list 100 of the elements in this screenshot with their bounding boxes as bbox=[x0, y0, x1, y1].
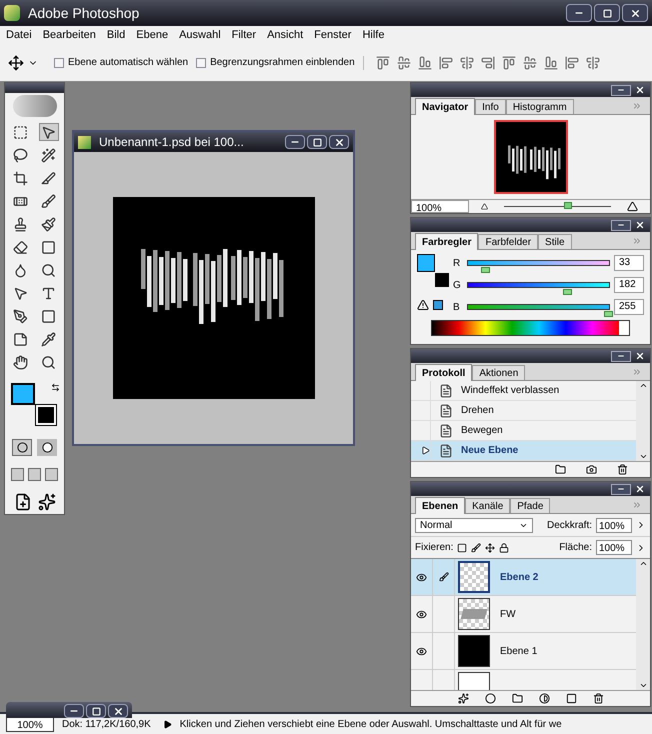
maximize-button[interactable] bbox=[86, 704, 106, 718]
panel-tab[interactable]: Protokoll bbox=[415, 364, 472, 381]
trash-icon[interactable] bbox=[592, 693, 604, 704]
close-button[interactable] bbox=[108, 704, 128, 718]
layer-row[interactable]: Ebene 2 bbox=[411, 559, 636, 596]
background-color-swatch[interactable] bbox=[435, 273, 449, 287]
panel-tab[interactable]: Ebenen bbox=[415, 497, 466, 514]
foreground-color-swatch[interactable] bbox=[10, 383, 34, 405]
minimize-button[interactable] bbox=[611, 84, 631, 96]
layer-mask-icon[interactable] bbox=[484, 693, 496, 704]
layer-style-icon[interactable] bbox=[458, 693, 468, 704]
minimize-button[interactable] bbox=[611, 220, 631, 230]
lock-paint-icon[interactable] bbox=[471, 542, 482, 552]
channel-value-field[interactable]: 33 bbox=[614, 255, 644, 271]
menu-item[interactable]: Auswahl bbox=[179, 26, 221, 44]
scroll-up-icon[interactable] bbox=[638, 381, 648, 390]
eye-icon[interactable] bbox=[416, 608, 427, 620]
lock-transparency-icon[interactable] bbox=[457, 542, 468, 552]
history-item[interactable]: Windeffekt verblassen bbox=[411, 381, 636, 401]
align-icon[interactable] bbox=[544, 56, 558, 70]
scroll-down-icon[interactable] bbox=[638, 681, 648, 690]
align-icon[interactable] bbox=[564, 56, 579, 70]
tool-button[interactable] bbox=[10, 238, 30, 256]
align-icon[interactable] bbox=[586, 56, 600, 70]
align-icon[interactable] bbox=[438, 56, 453, 70]
history-item[interactable]: Neue Ebene bbox=[411, 441, 636, 461]
slider-thumb[interactable] bbox=[481, 267, 490, 273]
menu-item[interactable]: Fenster bbox=[314, 26, 352, 44]
quick-mask-button[interactable] bbox=[37, 439, 57, 456]
folder-icon[interactable] bbox=[512, 693, 522, 704]
close-button[interactable] bbox=[634, 220, 646, 230]
align-icon[interactable] bbox=[418, 56, 432, 70]
align-icon[interactable] bbox=[480, 56, 495, 70]
color-spectrum-bar[interactable] bbox=[431, 320, 630, 336]
foreground-color-swatch[interactable] bbox=[417, 254, 435, 272]
panel-tab[interactable]: Pfade bbox=[510, 498, 550, 513]
align-icon[interactable] bbox=[396, 56, 411, 70]
layer-row[interactable]: FW bbox=[411, 596, 636, 633]
panel-tab[interactable]: Stile bbox=[538, 234, 572, 249]
channel-value-field[interactable]: 255 bbox=[614, 299, 644, 315]
scroll-down-icon[interactable] bbox=[638, 452, 648, 461]
lock-icon[interactable] bbox=[499, 542, 510, 552]
close-button[interactable] bbox=[634, 350, 646, 362]
history-item[interactable]: Drehen bbox=[411, 401, 636, 421]
menu-item[interactable]: Filter bbox=[232, 26, 256, 44]
layer-row[interactable]: Ebene 1 bbox=[411, 633, 636, 670]
minimize-button[interactable] bbox=[611, 484, 631, 494]
panel-tab[interactable]: Histogramm bbox=[506, 99, 574, 114]
adjustment-layer-icon[interactable] bbox=[538, 693, 550, 704]
menu-item[interactable]: Datei bbox=[6, 26, 32, 44]
slider-thumb[interactable] bbox=[564, 202, 572, 209]
close-button[interactable] bbox=[622, 4, 648, 22]
menu-item[interactable]: Bild bbox=[106, 26, 126, 44]
maximize-button[interactable] bbox=[307, 135, 327, 149]
panel-tab[interactable]: Farbfelder bbox=[478, 234, 538, 249]
minimize-button[interactable] bbox=[285, 135, 305, 149]
status-menu-arrow-icon[interactable] bbox=[162, 720, 172, 728]
screen-mode-button[interactable] bbox=[28, 468, 41, 481]
tool-button[interactable] bbox=[10, 353, 30, 371]
tool-button[interactable] bbox=[10, 146, 30, 164]
eye-icon[interactable] bbox=[416, 646, 427, 656]
zoom-out-icon[interactable] bbox=[481, 203, 488, 210]
panel-tab[interactable]: Navigator bbox=[415, 98, 476, 115]
blend-mode-dropdown[interactable]: Normal bbox=[415, 518, 533, 532]
opacity-field[interactable]: 100% bbox=[596, 518, 632, 532]
tool-button[interactable] bbox=[38, 330, 58, 348]
menu-item[interactable]: Hilfe bbox=[362, 26, 384, 44]
tool-button[interactable] bbox=[10, 169, 30, 187]
menu-item[interactable]: Bearbeiten bbox=[42, 26, 96, 44]
tool-button[interactable] bbox=[38, 146, 58, 164]
panel-tab[interactable]: Kanäle bbox=[465, 498, 510, 513]
minimize-button[interactable] bbox=[611, 350, 631, 362]
scroll-up-icon[interactable] bbox=[638, 559, 648, 568]
zoom-field[interactable]: 100% bbox=[411, 200, 469, 213]
align-icon[interactable] bbox=[522, 56, 537, 70]
checkbox[interactable] bbox=[196, 58, 206, 68]
panel-tab[interactable]: Farbregler bbox=[415, 233, 478, 250]
menu-item[interactable]: Ansicht bbox=[267, 26, 304, 44]
menu-item[interactable]: Ebene bbox=[136, 26, 168, 44]
web-color-swatch[interactable] bbox=[433, 300, 443, 310]
align-icon[interactable] bbox=[376, 56, 390, 70]
slider-thumb[interactable] bbox=[563, 289, 572, 295]
tool-button[interactable] bbox=[38, 123, 58, 141]
trash-icon[interactable] bbox=[617, 464, 628, 475]
screen-mode-button[interactable] bbox=[45, 468, 58, 481]
move-tool-icon[interactable] bbox=[8, 54, 24, 70]
screen-mode-button[interactable] bbox=[11, 468, 24, 481]
close-button[interactable] bbox=[329, 135, 349, 149]
close-button[interactable] bbox=[634, 484, 646, 494]
eye-icon[interactable] bbox=[416, 572, 427, 582]
fill-field[interactable]: 100% bbox=[596, 540, 632, 555]
swap-colors-icon[interactable] bbox=[50, 383, 60, 392]
panel-tab[interactable]: Aktionen bbox=[472, 365, 526, 380]
close-button[interactable] bbox=[634, 84, 646, 96]
panel-tab[interactable]: Info bbox=[475, 99, 506, 114]
slider-thumb[interactable] bbox=[604, 311, 613, 317]
tool-button[interactable] bbox=[38, 215, 58, 233]
background-color-swatch[interactable] bbox=[36, 405, 56, 425]
new-layer-icon[interactable] bbox=[566, 693, 576, 704]
align-icon[interactable] bbox=[502, 56, 516, 70]
